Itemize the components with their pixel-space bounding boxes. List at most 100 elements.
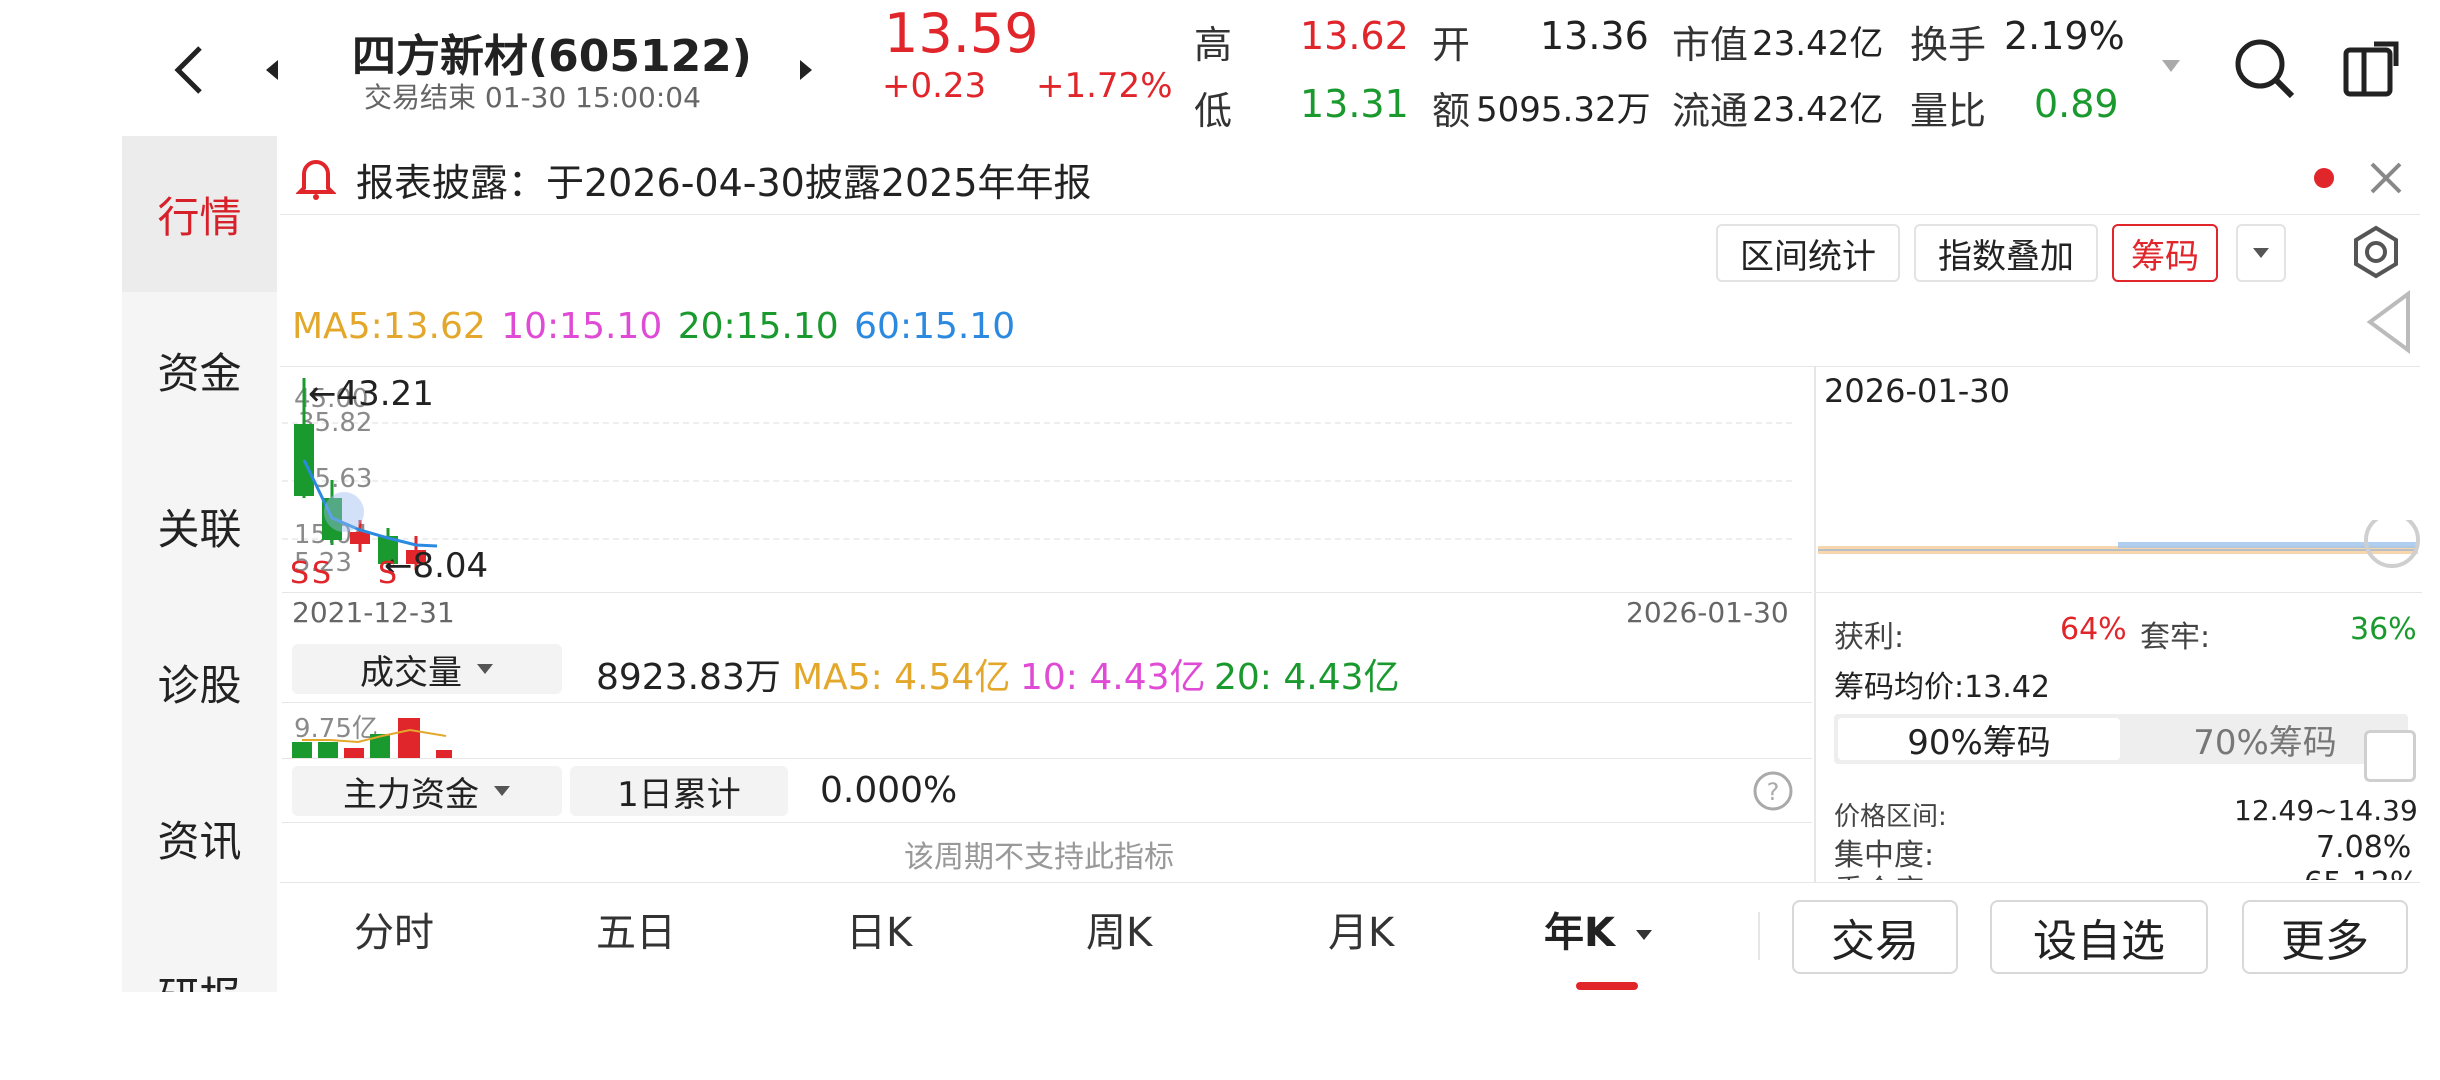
tab-monthly-k[interactable]: 月K: [1328, 900, 1394, 958]
chips-button[interactable]: 筹码: [2112, 224, 2218, 282]
rail-item-quote[interactable]: 行情: [122, 136, 277, 292]
float-value: 23.42亿: [1752, 90, 1884, 130]
tab-intraday[interactable]: 分时: [354, 900, 434, 958]
tab-divider: [1758, 912, 1760, 960]
profit-label: 获利:: [1834, 620, 1905, 655]
tab-yearly-k[interactable]: 年K: [1544, 900, 1653, 958]
volume-ma20: 20: 4.43亿: [1214, 657, 1400, 698]
mktcap-value: 23.42亿: [1752, 24, 1884, 64]
float-label: 流通: [1672, 89, 1749, 133]
tab-chips-90[interactable]: 90%筹码: [1838, 718, 2120, 763]
chip-toggle-checkbox[interactable]: [2364, 730, 2416, 782]
concentration-value: 7.08%: [2316, 830, 2412, 865]
trapped-value: 36%: [2350, 612, 2417, 647]
ma5-value: MA5:13.62: [292, 306, 486, 347]
overlap-row: 重合度: 65.12%: [1834, 866, 2414, 880]
amount-label: 额: [1432, 89, 1471, 133]
tab-yearly-k-label: 年K: [1544, 910, 1615, 956]
low-label: 低: [1194, 89, 1233, 133]
svg-text:?: ?: [1767, 778, 1780, 806]
chip-date: 2026-01-30: [1824, 372, 2010, 410]
mktcap-label: 市值: [1672, 23, 1749, 67]
chip-avg-cost: 筹码均价:13.42: [1834, 670, 2050, 705]
volratio-label: 量比: [1910, 89, 1987, 133]
signal-s: S: [290, 556, 310, 591]
turnover-value: 2.19%: [2004, 14, 2125, 58]
min-price-label: ←8.04: [384, 546, 489, 586]
chip-dropdown-icon[interactable]: [2236, 224, 2286, 282]
volratio-value: 0.89: [2034, 82, 2119, 126]
collapse-icon[interactable]: [2364, 290, 2414, 354]
chart-start-date: 2021-12-31: [292, 596, 455, 629]
open-label: 开: [1432, 23, 1471, 67]
prev-stock-icon[interactable]: [262, 58, 282, 82]
quote-header: 四方新材(605122) 交易结束 01-30 15:00:04 13.59 +…: [0, 0, 2440, 136]
capital-label: 主力资金: [343, 774, 479, 815]
more-button[interactable]: 更多: [2242, 900, 2408, 974]
close-icon[interactable]: [2368, 160, 2404, 196]
capital-value: 0.000%: [820, 770, 958, 811]
volume-label: 成交量: [360, 652, 462, 693]
active-tab-indicator: [1576, 982, 1638, 990]
volume-value: 8923.83万: [596, 657, 781, 698]
price-range-label: 价格区间:: [1834, 802, 1947, 832]
rail-item-research[interactable]: 研报: [122, 916, 277, 993]
rail-item-related[interactable]: 关联: [122, 448, 277, 604]
chevron-down-icon: [1635, 930, 1652, 940]
amount-value: 5095.32万: [1476, 90, 1651, 130]
turnover-label: 换手: [1910, 23, 1987, 67]
ma10-value: 10:15.10: [501, 306, 663, 347]
volume-indicator-select[interactable]: 成交量: [292, 644, 562, 694]
last-price: 13.59: [884, 2, 1039, 65]
tab-five-day[interactable]: 五日: [596, 900, 676, 958]
index-overlay-button[interactable]: 指数叠加: [1914, 224, 2098, 282]
signal-s: S: [312, 556, 332, 591]
panel-divider: [1814, 366, 1816, 882]
next-stock-icon[interactable]: [796, 58, 816, 82]
capital-period-select[interactable]: 1日累计: [570, 766, 788, 816]
expand-icon[interactable]: [2160, 58, 2182, 74]
unread-dot: [2314, 168, 2334, 188]
range-stats-button[interactable]: 区间统计: [1716, 224, 1900, 282]
add-watchlist-button[interactable]: 设自选: [1990, 900, 2208, 974]
back-icon[interactable]: [168, 42, 208, 98]
chevron-down-icon: [494, 786, 510, 796]
price-range-value: 12.49~14.39: [2234, 794, 2418, 827]
open-value: 13.36: [1540, 14, 1649, 58]
volume-ma10: 10: 4.43亿: [1020, 657, 1206, 698]
bell-icon: [295, 154, 337, 202]
settings-icon[interactable]: [2348, 224, 2404, 280]
trade-status: 交易结束 01-30 15:00:04: [364, 81, 701, 114]
rail-item-diagnosis[interactable]: 诊股: [122, 604, 277, 760]
tab-weekly-k[interactable]: 周K: [1086, 900, 1152, 958]
volume-bars: [292, 718, 452, 758]
help-icon[interactable]: ?: [1752, 770, 1794, 812]
volume-ma5: MA5: 4.54亿: [792, 657, 1011, 698]
share-icon[interactable]: [2340, 36, 2404, 100]
high-label: 高: [1194, 23, 1233, 67]
max-price-label: ←43.21: [308, 374, 434, 414]
ma60-value: 60:15.10: [854, 306, 1016, 347]
overlap-value: 65.12%: [2304, 866, 2414, 880]
price-change: +0.23: [882, 66, 987, 106]
chip-tabs: 90%筹码 70%筹码: [1834, 714, 2408, 764]
search-icon[interactable]: [2230, 34, 2300, 104]
ma-line: MA5:13.62 10:15.10 20:15.10 60:15.10: [292, 306, 1015, 347]
ma20-value: 20:15.10: [677, 306, 839, 347]
left-rail: 行情 资金 关联 诊股 资讯 研报: [122, 136, 277, 992]
kline-chart[interactable]: 45.00 35.82 25.63 15.04 5.23 ←43.21 ←8.0…: [282, 370, 1812, 593]
overlap-label: 重合度:: [1834, 866, 1934, 880]
rail-item-news[interactable]: 资讯: [122, 760, 277, 916]
profit-value: 64%: [2060, 612, 2127, 647]
capital-indicator-select[interactable]: 主力资金: [292, 766, 562, 816]
stock-name: 四方新材(605122): [352, 31, 752, 82]
rail-item-capital[interactable]: 资金: [122, 292, 277, 448]
unsupported-hint: 该周期不支持此指标: [904, 840, 1174, 875]
tab-daily-k[interactable]: 日K: [846, 900, 912, 958]
signal-s: S: [378, 556, 398, 591]
chip-distribution: [1818, 520, 2420, 568]
trade-button[interactable]: 交易: [1792, 900, 1958, 974]
chart-end-date: 2026-01-30: [1626, 596, 1789, 629]
price-change-pct: +1.72%: [1036, 66, 1173, 106]
report-notice[interactable]: 报表披露：于2026-04-30披露2025年年报: [356, 152, 1092, 207]
